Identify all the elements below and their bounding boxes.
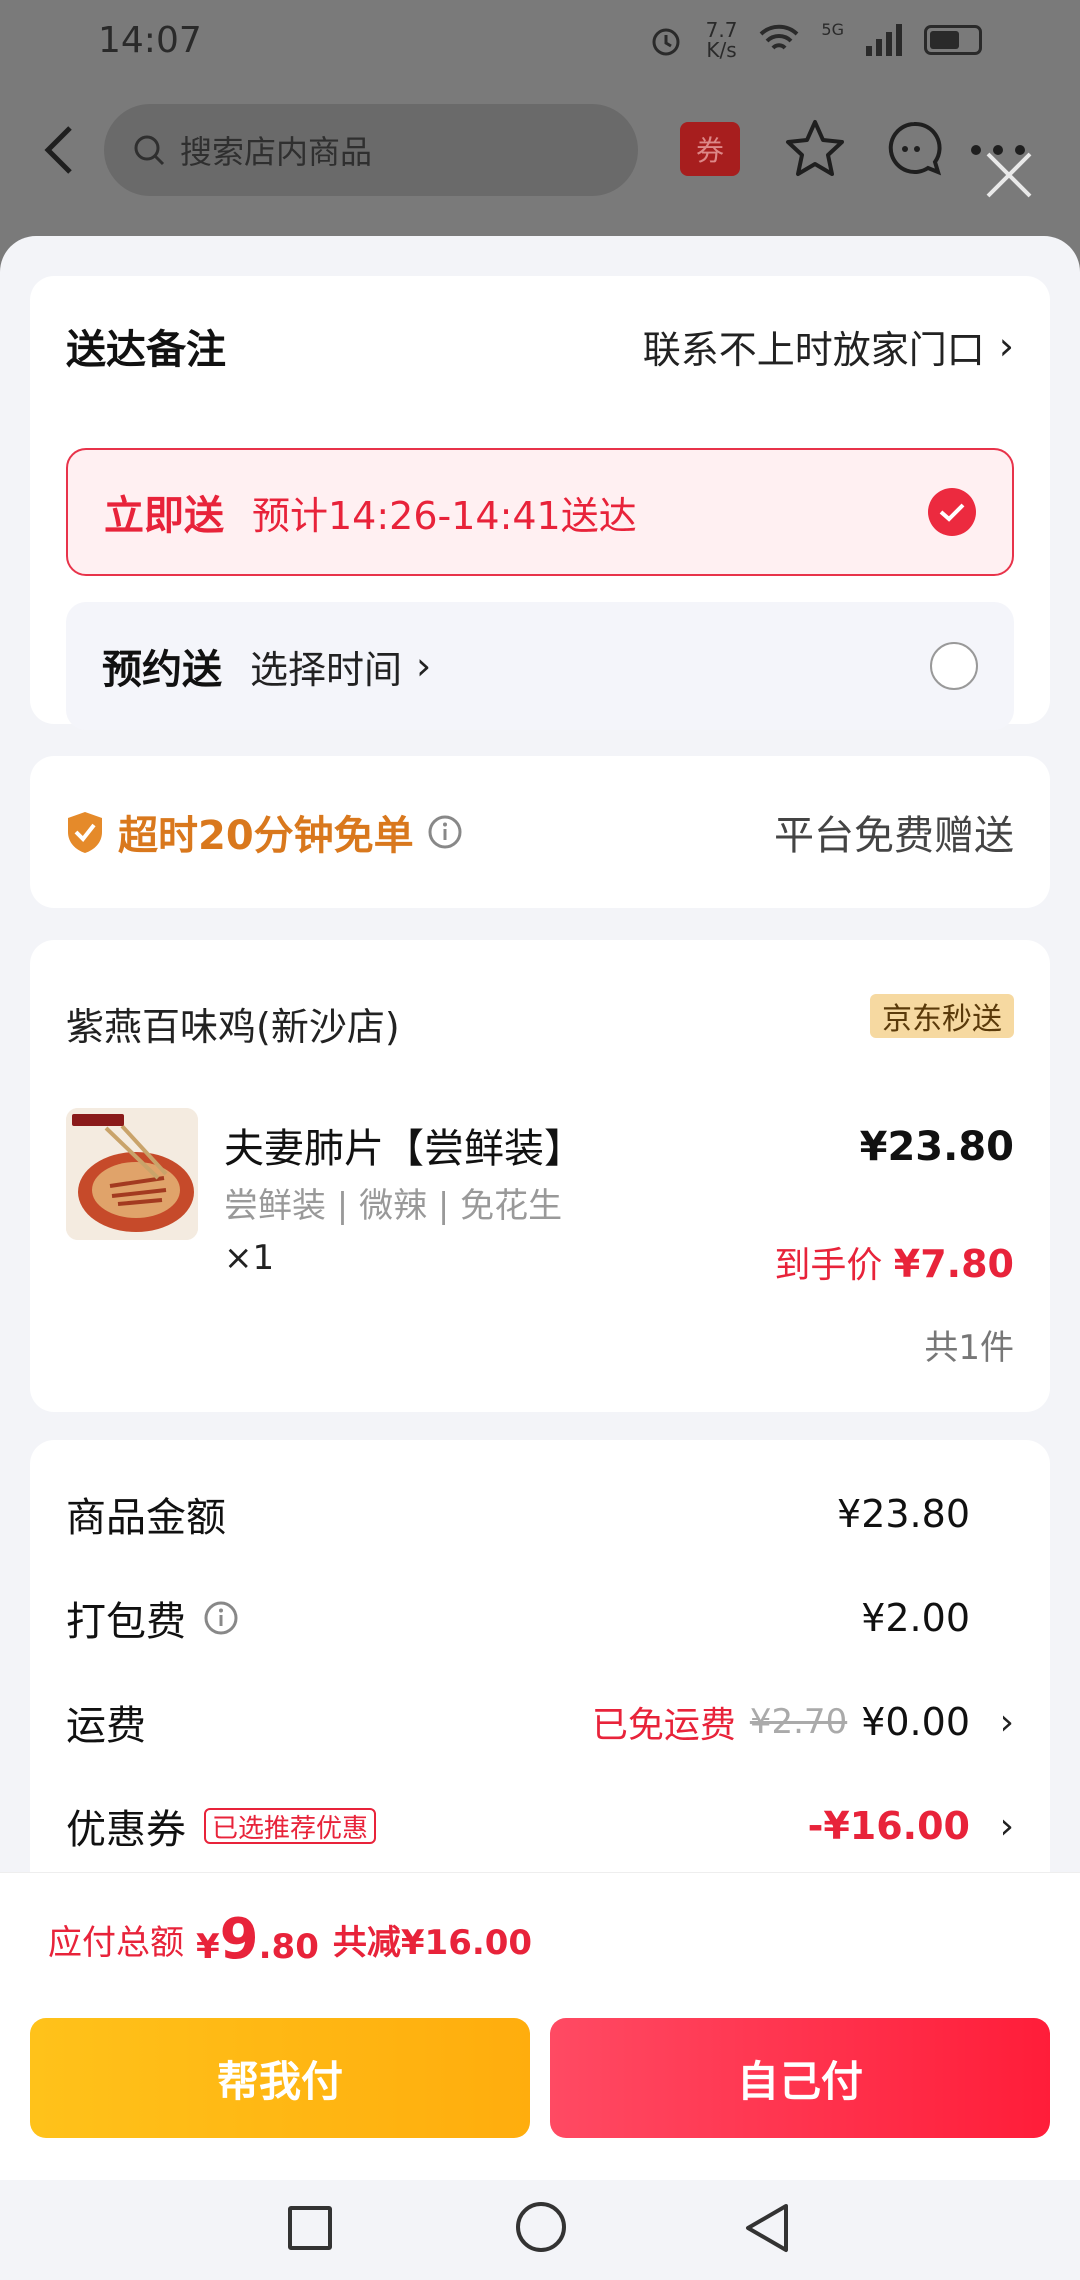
packing-fee-value: ¥2.00	[861, 1596, 970, 1640]
deliver-now-option[interactable]: 立即送 预计14:26-14:41送达	[66, 448, 1014, 576]
info-icon[interactable]	[204, 1601, 238, 1635]
choose-time-text: 选择时间	[250, 647, 403, 692]
shield-icon	[68, 812, 102, 853]
schedule-delivery-title: 预约送	[102, 647, 222, 693]
coupon-label-text: 优惠券	[66, 1807, 186, 1853]
shipping-fee-row[interactable]: 运费 已免运费 ¥2.70 ¥0.00 ›	[66, 1692, 1014, 1752]
coupon-row[interactable]: 优惠券 已选推荐优惠 -¥16.00 ›	[66, 1796, 1014, 1856]
signal-icon	[866, 24, 902, 56]
empty-radio-icon[interactable]	[930, 642, 978, 690]
schedule-delivery-option[interactable]: 预约送 选择时间 ›	[66, 602, 1014, 730]
recommended-coupon-tag: 已选推荐优惠	[204, 1808, 377, 1844]
goods-amount-value: ¥23.80	[837, 1492, 970, 1536]
help-me-pay-button[interactable]: 帮我付	[30, 2018, 530, 2138]
final-price-label: 到手价	[774, 1245, 883, 1286]
recent-apps-icon[interactable]	[288, 2206, 332, 2250]
search-icon	[134, 135, 165, 166]
final-price: 到手价 ¥7.80	[774, 1236, 1014, 1288]
total-decimal: .80	[258, 1927, 319, 1967]
chevron-right-icon: ›	[998, 324, 1014, 368]
status-bar: 14:07 7.7 K/s 5G	[0, 0, 1080, 80]
shipping-fee-label: 运费	[66, 1703, 146, 1749]
status-time: 14:07	[98, 19, 202, 61]
total-currency: ¥	[196, 1927, 220, 1967]
platform-gift-text: 平台免费赠送	[774, 813, 1014, 859]
store-search-input[interactable]: 搜索店内商品	[104, 104, 638, 196]
delivery-remark-row[interactable]: 送达备注 联系不上时放家门口 ›	[66, 316, 1014, 376]
product-spec: 尝鲜装 | 微辣 | 免花生	[224, 1186, 563, 1226]
timeout-free-text: 超时20分钟免单	[118, 813, 414, 859]
payment-buttons: 帮我付 自己付	[0, 2006, 1080, 2180]
system-back-icon[interactable]	[742, 2200, 792, 2256]
shipping-fee-value: ¥0.00	[861, 1700, 970, 1744]
coupon-icon-label: 券	[695, 134, 724, 167]
order-card: 紫燕百味鸡(新沙店) 京东秒送 夫妻肺片【尝鲜装】 尝鲜装 | 微辣 | 免花生…	[30, 940, 1050, 1412]
speed-value: 7.7	[705, 18, 738, 42]
back-arrow-icon[interactable]	[36, 122, 86, 178]
final-price-value: ¥7.80	[893, 1242, 1014, 1286]
delivery-remark-title: 送达备注	[66, 327, 226, 373]
coupon-icon[interactable]: 券	[680, 122, 740, 176]
home-icon[interactable]	[516, 2202, 566, 2252]
goods-amount-label: 商品金额	[66, 1495, 226, 1541]
system-nav-bar	[0, 2180, 1080, 2280]
product-price: ¥23.80	[859, 1124, 1014, 1170]
wifi-icon	[760, 24, 799, 50]
total-integer: 9	[219, 1907, 259, 1972]
guarantee-card: 超时20分钟免单 平台免费赠送	[30, 756, 1050, 908]
chevron-right-icon: ›	[999, 1701, 1014, 1743]
close-icon[interactable]	[982, 148, 1036, 202]
free-shipping-text: 已免运费	[591, 1705, 736, 1746]
item-count: 共1件	[924, 1328, 1014, 1368]
pay-myself-button[interactable]: 自己付	[550, 2018, 1050, 2138]
total-amount: ¥9.80	[196, 1907, 319, 1972]
battery-icon	[924, 25, 982, 55]
deliver-now-eta: 预计14:26-14:41送达	[252, 493, 637, 538]
deliver-now-title: 立即送	[104, 493, 224, 539]
packing-fee-label: 打包费	[66, 1589, 238, 1647]
product-thumbnail[interactable]	[66, 1108, 198, 1240]
packing-fee-text: 打包费	[66, 1599, 186, 1645]
coupon-value: -¥16.00	[807, 1804, 970, 1848]
coupon-detail: -¥16.00 ›	[808, 1804, 1014, 1848]
info-icon[interactable]	[428, 815, 462, 849]
total-discount: 共减¥16.00	[332, 1923, 533, 1963]
jd-express-badge: 京东秒送	[870, 994, 1014, 1038]
original-shipping-price: ¥2.70	[749, 1702, 848, 1742]
remark-value-text: 联系不上时放家门口	[642, 327, 985, 372]
total-label: 应付总额	[48, 1923, 184, 1963]
payment-summary-bar: 应付总额 ¥9.80 共减¥16.00	[0, 1872, 1080, 2006]
speed-unit: K/s	[706, 38, 737, 62]
packing-fee-row: 打包费 ¥2.00	[66, 1588, 1014, 1648]
goods-amount-row: 商品金额 ¥23.80	[66, 1484, 1014, 1544]
choose-time-link[interactable]: 选择时间 ›	[250, 639, 431, 694]
chevron-right-icon: ›	[416, 644, 432, 688]
checkmark-radio-icon[interactable]	[928, 488, 976, 536]
network-type: 5G	[821, 20, 844, 39]
coupon-label: 优惠券 已选推荐优惠	[66, 1797, 377, 1855]
product-quantity: ×1	[224, 1238, 275, 1278]
search-placeholder: 搜索店内商品	[180, 133, 373, 171]
favorite-star-icon[interactable]	[784, 118, 846, 180]
delivery-remark-value: 联系不上时放家门口 ›	[643, 319, 1014, 374]
chevron-right-icon: ›	[999, 1805, 1014, 1847]
shop-name[interactable]: 紫燕百味鸡(新沙店)	[66, 996, 400, 1051]
store-top-nav: 搜索店内商品 券	[0, 100, 1080, 200]
alarm-icon	[652, 28, 680, 56]
delivery-card: 送达备注 联系不上时放家门口 › 立即送 预计14:26-14:41送达 预约送…	[30, 276, 1050, 730]
product-name: 夫妻肺片【尝鲜装】	[224, 1126, 584, 1172]
status-icons: 7.7 K/s 5G	[648, 20, 982, 60]
shipping-fee-detail: 已免运费 ¥2.70 ¥0.00 ›	[592, 1696, 1014, 1748]
customer-service-icon[interactable]	[884, 118, 944, 180]
network-speed: 7.7 K/s	[706, 20, 738, 60]
